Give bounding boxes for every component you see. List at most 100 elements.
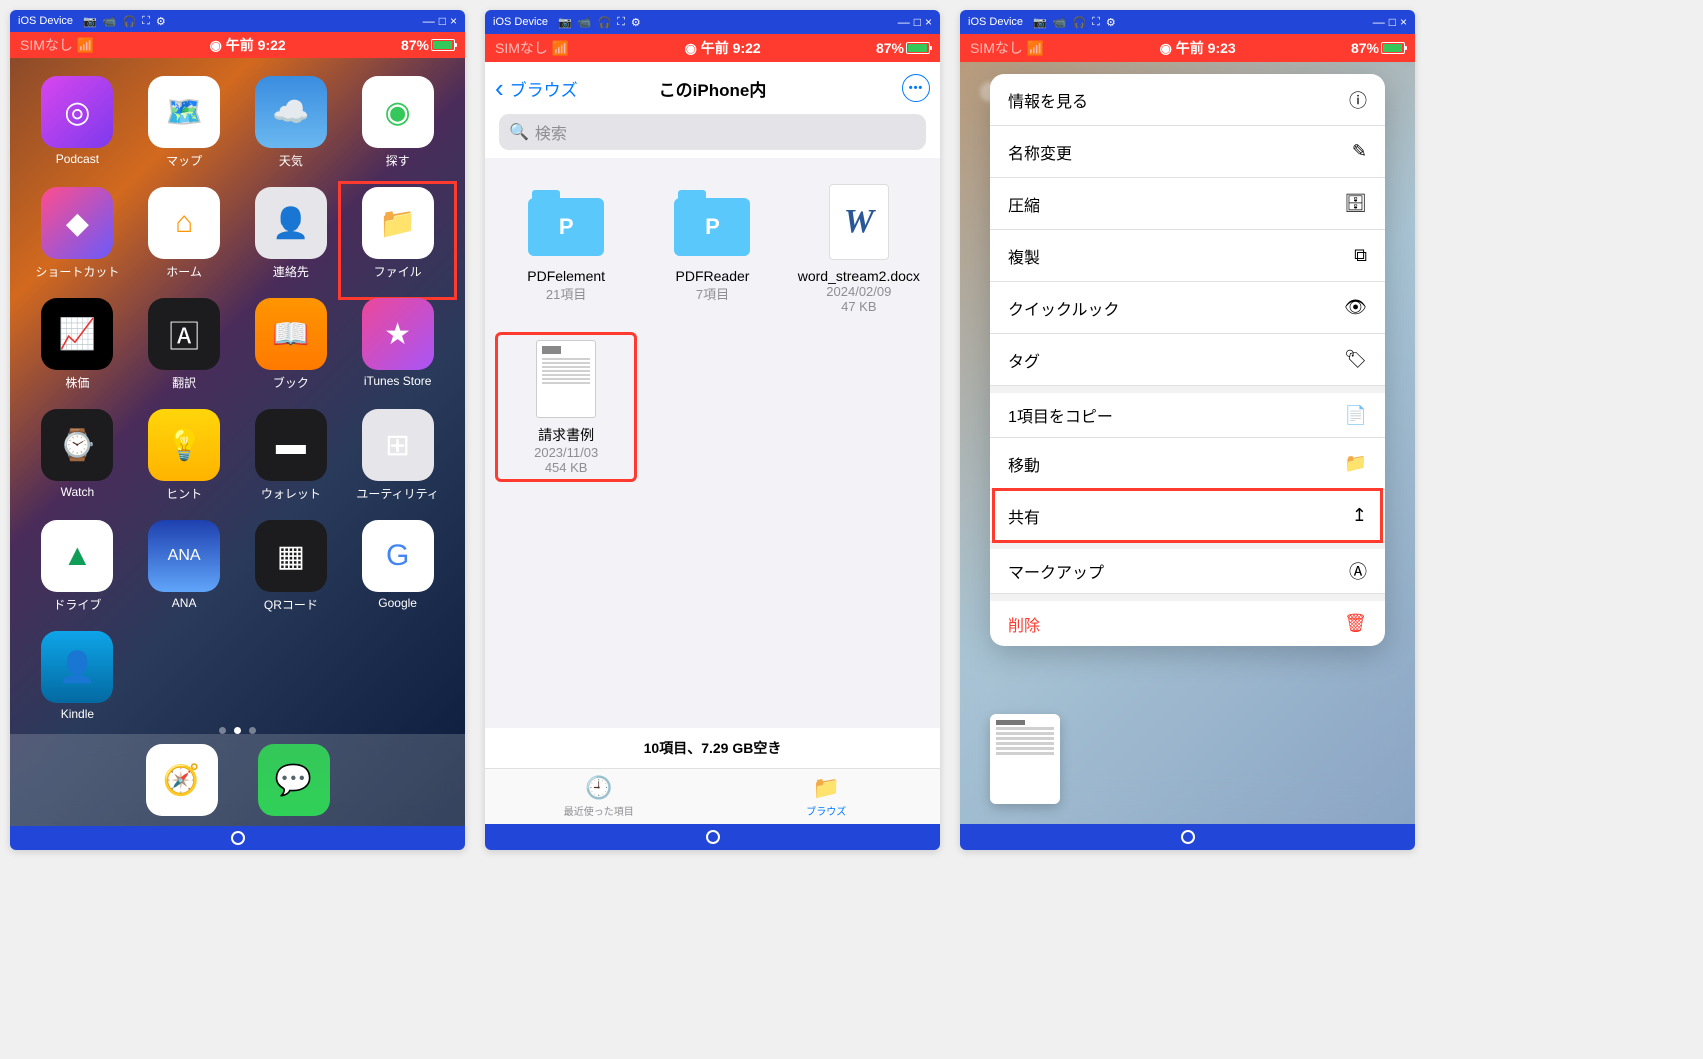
app-QRコード[interactable]: ▦QRコード <box>242 520 341 613</box>
app-icon: 📁 <box>362 187 434 259</box>
app-ユーティリティ[interactable]: ⊞ユーティリティ <box>348 409 447 502</box>
file-preview-thumbnail[interactable] <box>990 714 1060 804</box>
file-size: 454 KB <box>545 460 588 475</box>
titlebar: iOS Device 📷📹🎧⛶⚙ —□× <box>485 10 940 34</box>
context-overlay[interactable]: 情報を見る ⓘ 名称変更✎圧縮🗄複製⧉クイックルック👁タグ🏷1項目をコピー📄移動📁共… <box>960 62 1415 824</box>
ctx-クイックルック[interactable]: クイックルック👁 <box>990 282 1385 334</box>
ctx-名称変更[interactable]: 名称変更✎ <box>990 126 1385 178</box>
nav-bar <box>10 826 465 850</box>
app-ホーム[interactable]: ⌂ホーム <box>135 187 234 280</box>
app-Podcast[interactable]: ◎Podcast <box>28 76 127 169</box>
maximize-icon[interactable]: □ <box>1389 15 1396 29</box>
back-chevron-icon[interactable]: ‹ <box>495 73 504 104</box>
fullscreen-icon[interactable]: ⛶ <box>617 16 625 29</box>
ctx-削除[interactable]: 削除🗑 <box>990 594 1385 646</box>
app-icon: ★ <box>362 298 434 370</box>
window-controls[interactable]: — □ × <box>1373 15 1407 29</box>
file-size: 47 KB <box>841 299 876 314</box>
home-button[interactable] <box>231 831 245 845</box>
home-button[interactable] <box>706 830 720 844</box>
titlebar-tool-icons[interactable]: 📷 📹 🎧 ⛶ ⚙ <box>1033 16 1116 29</box>
ctx-label: 複製 <box>1008 244 1040 268</box>
app-icon: ▦ <box>255 520 327 592</box>
minimize-icon[interactable]: — <box>423 14 435 28</box>
app-株価[interactable]: 📈株価 <box>28 298 127 391</box>
ctx-マークアップ[interactable]: マークアップⒶ <box>990 542 1385 594</box>
titlebar-tool-icons[interactable]: 📷 📹 🎧 ⛶ ⚙ <box>558 16 641 29</box>
close-icon[interactable]: × <box>450 14 457 28</box>
app-マップ[interactable]: 🗺️マップ <box>135 76 234 169</box>
video-icon[interactable]: 📹 <box>1053 16 1067 29</box>
app-Google[interactable]: GGoogle <box>348 520 447 613</box>
file-item-請求書例[interactable]: 請求書例2023/11/03454 KB <box>495 332 637 482</box>
page-indicator[interactable] <box>10 727 465 734</box>
ctx-情報を見る[interactable]: 情報を見る ⓘ <box>990 74 1385 126</box>
ctx-icon: ⓘ <box>1349 87 1367 113</box>
search-placeholder: 検索 <box>535 120 567 144</box>
app-天気[interactable]: ☁️天気 <box>242 76 341 169</box>
search-input[interactable]: 🔍 検索 <box>499 114 926 150</box>
window-controls[interactable]: — □ × <box>898 15 932 29</box>
ctx-icon: 🗄 <box>1344 193 1367 214</box>
ctx-タグ[interactable]: タグ🏷 <box>990 334 1385 386</box>
app-ANA[interactable]: ANAANA <box>135 520 234 613</box>
folder-icon: 📁 <box>813 775 840 801</box>
ctx-移動[interactable]: 移動📁 <box>990 438 1385 490</box>
ctx-label: 1項目をコピー <box>1008 403 1113 427</box>
close-icon[interactable]: × <box>1400 15 1407 29</box>
file-item-word_stream2.docx[interactable]: Wword_stream2.docx2024/02/0947 KB <box>788 178 930 318</box>
dock-app-messages[interactable]: 💬 <box>258 744 330 816</box>
file-item-PDFelement[interactable]: PPDFelement21項目 <box>495 178 637 318</box>
gear-icon[interactable]: ⚙ <box>156 15 166 28</box>
maximize-icon[interactable]: □ <box>914 15 921 29</box>
file-item-PDFReader[interactable]: PPDFReader7項目 <box>641 178 783 318</box>
fullscreen-icon[interactable]: ⛶ <box>142 15 150 28</box>
titlebar-tool-icons[interactable]: 📷 📹 🎧 ⛶ ⚙ <box>83 15 166 28</box>
ctx-複製[interactable]: 複製⧉ <box>990 230 1385 282</box>
camera-icon[interactable]: 📷 <box>1033 16 1047 29</box>
more-options-button[interactable]: ••• <box>902 74 930 102</box>
audio-icon[interactable]: 🎧 <box>122 15 136 28</box>
app-ファイル[interactable]: 📁ファイル <box>348 187 447 280</box>
app-Kindle[interactable]: 👤Kindle <box>28 631 127 721</box>
app-翻訳[interactable]: 🄰翻訳 <box>135 298 234 391</box>
file-meta: 7項目 <box>696 284 729 303</box>
tab-recent[interactable]: 🕘最近使った項目 <box>485 769 713 824</box>
status-bar: SIMなし 📶 ◉ 午前 9:23 87% <box>960 34 1415 62</box>
camera-icon[interactable]: 📷 <box>83 15 97 28</box>
window-controls[interactable]: — □ × <box>423 14 457 28</box>
app-連絡先[interactable]: 👤連絡先 <box>242 187 341 280</box>
audio-icon[interactable]: 🎧 <box>597 16 611 29</box>
app-iTunes Store[interactable]: ★iTunes Store <box>348 298 447 391</box>
app-ウォレット[interactable]: ▬ウォレット <box>242 409 341 502</box>
app-探す[interactable]: ◉探す <box>348 76 447 169</box>
back-browse-link[interactable]: ブラウズ <box>510 76 578 101</box>
video-icon[interactable]: 📹 <box>103 15 117 28</box>
app-label: Google <box>378 596 417 610</box>
audio-icon[interactable]: 🎧 <box>1072 16 1086 29</box>
tab-browse[interactable]: 📁ブラウズ <box>713 769 941 824</box>
camera-icon[interactable]: 📷 <box>558 16 572 29</box>
app-ヒント[interactable]: 💡ヒント <box>135 409 234 502</box>
app-Watch[interactable]: ⌚Watch <box>28 409 127 502</box>
close-icon[interactable]: × <box>925 15 932 29</box>
ctx-圧縮[interactable]: 圧縮🗄 <box>990 178 1385 230</box>
minimize-icon[interactable]: — <box>1373 15 1385 29</box>
minimize-icon[interactable]: — <box>898 15 910 29</box>
ctx-icon: 🏷 <box>1344 349 1367 370</box>
gear-icon[interactable]: ⚙ <box>631 16 641 29</box>
ctx-共有[interactable]: 共有↥ <box>990 490 1385 542</box>
home-screen[interactable]: ◎Podcast🗺️マップ☁️天気◉探す ◆ショートカット⌂ホーム👤連絡先📁ファイ… <box>10 58 465 826</box>
app-ドライブ[interactable]: ▲ドライブ <box>28 520 127 613</box>
maximize-icon[interactable]: □ <box>439 14 446 28</box>
fullscreen-icon[interactable]: ⛶ <box>1092 16 1100 29</box>
app-ショートカット[interactable]: ◆ショートカット <box>28 187 127 280</box>
home-button[interactable] <box>1181 830 1195 844</box>
app-ブック[interactable]: 📖ブック <box>242 298 341 391</box>
video-icon[interactable]: 📹 <box>578 16 592 29</box>
gear-icon[interactable]: ⚙ <box>1106 16 1116 29</box>
dock-app-safari[interactable]: 🧭 <box>146 744 218 816</box>
ctx-1項目をコピー[interactable]: 1項目をコピー📄 <box>990 386 1385 438</box>
file-body[interactable]: PPDFelement21項目PPDFReader7項目Wword_stream… <box>485 158 940 728</box>
ctx-label: 情報を見る <box>1008 88 1088 112</box>
